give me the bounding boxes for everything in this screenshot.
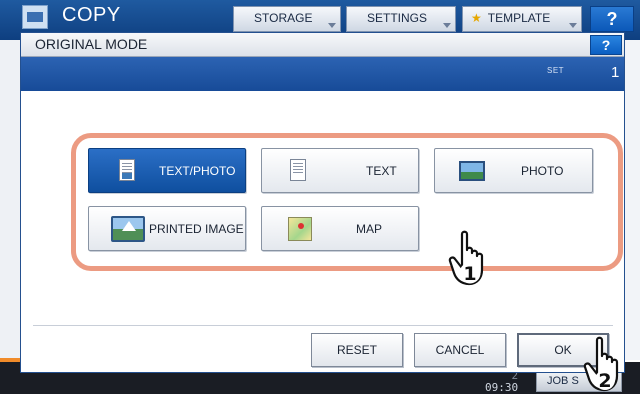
dialog-divider [33, 325, 613, 326]
mode-label-text-photo: TEXT/PHOTO [159, 164, 236, 178]
photo-icon [459, 161, 485, 181]
dialog-title-bar: ORIGINAL MODE ? [21, 33, 624, 57]
star-icon: ★ [471, 11, 482, 25]
mode-button-photo[interactable]: PHOTO [434, 148, 593, 193]
text-photo-icon [119, 159, 135, 181]
reset-button[interactable]: RESET [311, 333, 403, 367]
mode-button-printed-image[interactable]: PRINTED IMAGE [88, 206, 246, 251]
mode-button-text[interactable]: TEXT [261, 148, 419, 193]
copy-app-icon [22, 5, 48, 29]
mode-label-photo: PHOTO [521, 164, 564, 178]
set-label: SET [547, 66, 565, 75]
mode-label-printed-image: PRINTED IMAGE [149, 222, 244, 236]
printed-image-icon [111, 216, 145, 242]
tab-storage[interactable]: STORAGE [233, 6, 341, 32]
clock-time: 09:30 [485, 381, 519, 394]
callout-number-2: 2 [598, 370, 611, 392]
callout-number-1: 1 [463, 263, 476, 285]
mode-label-map: MAP [356, 222, 383, 236]
map-icon [288, 217, 312, 241]
app-left-panel [0, 40, 20, 380]
original-mode-dialog: ORIGINAL MODE ? SET 1 TEXT/PHOTO TEXT PH… [20, 32, 625, 373]
app-title: COPY [62, 4, 121, 26]
dialog-title: ORIGINAL MODE [35, 36, 148, 52]
text-document-icon [290, 159, 306, 181]
tab-settings[interactable]: SETTINGS [346, 6, 456, 32]
mode-button-text-photo[interactable]: TEXT/PHOTO [88, 148, 246, 193]
set-count-bar: SET 1 [21, 57, 624, 91]
clock: 2 09:30 [485, 370, 518, 394]
tab-template-label: TEMPLATE [487, 11, 551, 25]
app-help-button[interactable]: ? [590, 6, 634, 32]
dialog-help-button[interactable]: ? [590, 35, 622, 55]
tab-template[interactable]: ★ TEMPLATE [462, 6, 582, 32]
screen: COPY STORAGE SETTINGS ★ TEMPLATE ? 2 09:3… [0, 0, 640, 394]
mode-label-text: TEXT [366, 164, 397, 178]
mode-button-map[interactable]: MAP [261, 206, 419, 251]
pointing-hand-icon-1: 1 [448, 230, 484, 286]
set-count: 1 [611, 64, 620, 81]
cancel-button[interactable]: CANCEL [414, 333, 506, 367]
pointing-hand-icon-2: 2 [583, 336, 619, 392]
